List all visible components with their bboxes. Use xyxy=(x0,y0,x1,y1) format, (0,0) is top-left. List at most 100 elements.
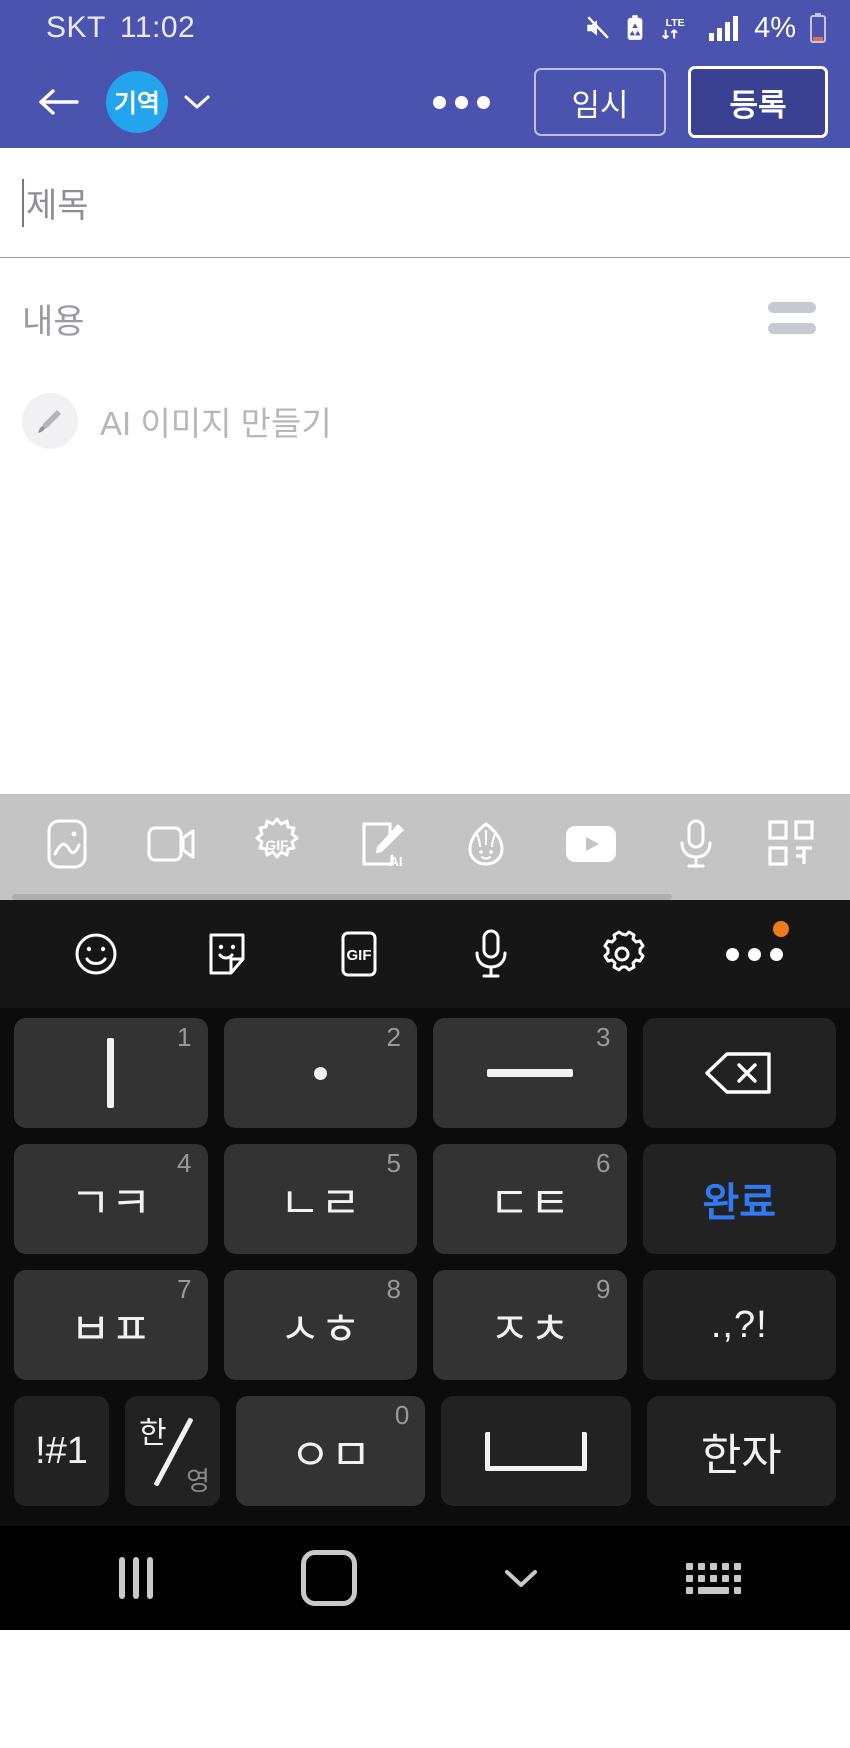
app-bar: 기역 임시 등록 xyxy=(0,56,850,148)
key-label: ㅇㅁ xyxy=(290,1431,372,1480)
key-space[interactable] xyxy=(441,1396,631,1506)
key-number: 5 xyxy=(386,1148,401,1178)
body-input[interactable]: 내용 xyxy=(0,258,850,378)
gif-icon[interactable]: GIF xyxy=(238,808,316,880)
lang-english-label: 영 xyxy=(186,1466,210,1496)
title-placeholder: 제목 xyxy=(26,187,89,225)
profile-chip-label: 기역 xyxy=(113,90,160,118)
key-label: 완료 xyxy=(702,1181,777,1225)
key-nieun-rieul[interactable]: 5 ㄴㄹ xyxy=(223,1144,417,1254)
qr-icon[interactable] xyxy=(762,808,822,880)
key-number: 0 xyxy=(394,1400,410,1430)
key-done[interactable]: 완료 xyxy=(642,1144,836,1254)
hide-keyboard-button[interactable] xyxy=(479,1542,563,1614)
key-hanja[interactable]: 한자 xyxy=(646,1396,836,1506)
lang-korean-label: 한 xyxy=(139,1417,167,1450)
keypad-row: 4 ㄱㅋ 5 ㄴㄹ 6 ㄷㅌ 완료 xyxy=(14,1144,836,1254)
key-label: !#1 xyxy=(35,1429,88,1472)
temp-save-button[interactable]: 임시 xyxy=(534,68,666,136)
microphone-icon[interactable] xyxy=(452,915,530,993)
title-input[interactable]: 제목 xyxy=(0,148,850,258)
key-label: ㄴㄹ xyxy=(279,1179,361,1228)
phone-screen: SKT 11:02 LTE 4% 기역 임시 등록 제목 내용 AI 이미지 만… xyxy=(0,0,850,1748)
body-placeholder: 내용 xyxy=(22,302,85,341)
chevron-down-icon[interactable] xyxy=(182,92,212,112)
vowel-eu-glyph xyxy=(486,1069,573,1077)
battery-percent-label: 4% xyxy=(754,11,796,44)
home-button[interactable] xyxy=(287,1542,371,1614)
home-icon xyxy=(300,1550,357,1606)
youtube-icon[interactable] xyxy=(552,808,630,880)
svg-text:GIF: GIF xyxy=(347,947,372,964)
more-options-button[interactable] xyxy=(433,95,490,109)
key-bieup-pieup[interactable]: 7 ㅂㅍ xyxy=(14,1270,208,1380)
text-caret xyxy=(22,178,24,227)
svg-text:LTE: LTE xyxy=(666,18,685,29)
key-jieut-chieut[interactable]: 9 ㅈㅊ xyxy=(433,1270,627,1380)
video-icon[interactable] xyxy=(133,808,211,880)
key-label: 한자 xyxy=(700,1431,782,1480)
key-language-toggle[interactable]: 한 영 xyxy=(125,1396,220,1506)
align-icon[interactable] xyxy=(768,302,816,334)
image-icon[interactable] xyxy=(28,808,106,880)
key-giyeok-kieuk[interactable]: 4 ㄱㅋ xyxy=(14,1144,208,1254)
temp-save-label: 임시 xyxy=(571,87,629,123)
ai-image-button[interactable]: AI 이미지 만들기 xyxy=(0,378,850,464)
key-siot-hieut[interactable]: 8 ㅅㅎ xyxy=(223,1270,417,1380)
space-bar-glyph xyxy=(484,1431,587,1471)
editor-canvas[interactable] xyxy=(0,464,850,794)
key-label: ㄷㅌ xyxy=(489,1179,571,1228)
ai-draw-icon[interactable]: AI xyxy=(343,808,421,880)
profile-chip[interactable]: 기역 xyxy=(106,71,168,133)
keypad: 1 2 3 4 ㄱㅋ 5 ㄴㄹ 6 ㄷㅌ 완료 7 ㅂㅍ 8 ㅅㅎ 9 ㅈㅊ .… xyxy=(0,1008,850,1526)
keypad-row: 7 ㅂㅍ 8 ㅅㅎ 9 ㅈㅊ .,?! xyxy=(14,1270,836,1380)
key-number: 1 xyxy=(177,1022,192,1052)
vowel-i-glyph xyxy=(107,1038,115,1108)
vowel-dot-glyph xyxy=(313,1066,327,1080)
settings-gear-icon[interactable] xyxy=(583,915,661,993)
carrier-label: SKT xyxy=(46,11,106,44)
keyboard-switch-button[interactable] xyxy=(672,1542,756,1614)
keypad-row: !#1 한 영 0 ㅇㅁ 한자 xyxy=(14,1396,836,1506)
notification-badge xyxy=(773,921,790,937)
voice-icon[interactable] xyxy=(657,808,735,880)
sticker-character-icon[interactable] xyxy=(447,808,525,880)
key-label: ㅂㅍ xyxy=(70,1305,152,1354)
sticker-icon[interactable] xyxy=(188,915,266,993)
keyboard: GIF 1 2 3 4 ㄱㅋ 5 ㄴㄹ 6 ㄷㅌ 완료 7 ㅂㅍ 8 ㅅㅎ 9 … xyxy=(0,900,850,1526)
key-ieung-mieum[interactable]: 0 ㅇㅁ xyxy=(236,1396,426,1506)
status-icons: LTE 4% xyxy=(582,12,828,45)
status-bar: SKT 11:02 LTE 4% xyxy=(0,0,850,56)
emoji-icon[interactable] xyxy=(57,915,135,993)
key-number: 2 xyxy=(386,1022,401,1052)
key-number: 8 xyxy=(386,1274,401,1304)
keypad-row: 1 2 3 xyxy=(14,1018,836,1128)
battery-icon xyxy=(808,13,828,43)
svg-text:GIF: GIF xyxy=(265,837,289,853)
gif-icon[interactable]: GIF xyxy=(320,915,398,993)
language-toggle-glyph: 한 영 xyxy=(125,1396,220,1506)
key-digeut-tieut[interactable]: 6 ㄷㅌ xyxy=(433,1144,627,1254)
signal-bars-icon xyxy=(708,14,740,42)
attachment-toolbar: GIF AI xyxy=(0,794,850,894)
key-label: ㅅㅎ xyxy=(279,1305,361,1354)
keyboard-toolbar: GIF xyxy=(0,900,850,1008)
lte-icon: LTE xyxy=(658,13,696,43)
recents-button[interactable] xyxy=(94,1542,178,1614)
key-symbols[interactable]: !#1 xyxy=(14,1396,109,1506)
keyboard-switch-icon xyxy=(686,1562,742,1594)
key-number: 9 xyxy=(596,1274,611,1304)
key-eu[interactable]: 3 xyxy=(433,1018,627,1128)
back-button[interactable] xyxy=(30,74,86,130)
key-punctuation[interactable]: .,?! xyxy=(642,1270,836,1380)
attachment-scrollbar[interactable] xyxy=(0,894,850,900)
key-dot[interactable]: 2 xyxy=(223,1018,417,1128)
paintbrush-icon xyxy=(22,393,78,449)
more-options-icon[interactable] xyxy=(715,915,793,993)
key-number: 4 xyxy=(177,1148,192,1178)
key-i[interactable]: 1 xyxy=(14,1018,208,1128)
publish-label: 등록 xyxy=(729,87,787,123)
publish-button[interactable]: 등록 xyxy=(688,66,828,138)
key-backspace[interactable] xyxy=(642,1018,836,1128)
scrollbar-thumb[interactable] xyxy=(12,894,672,900)
